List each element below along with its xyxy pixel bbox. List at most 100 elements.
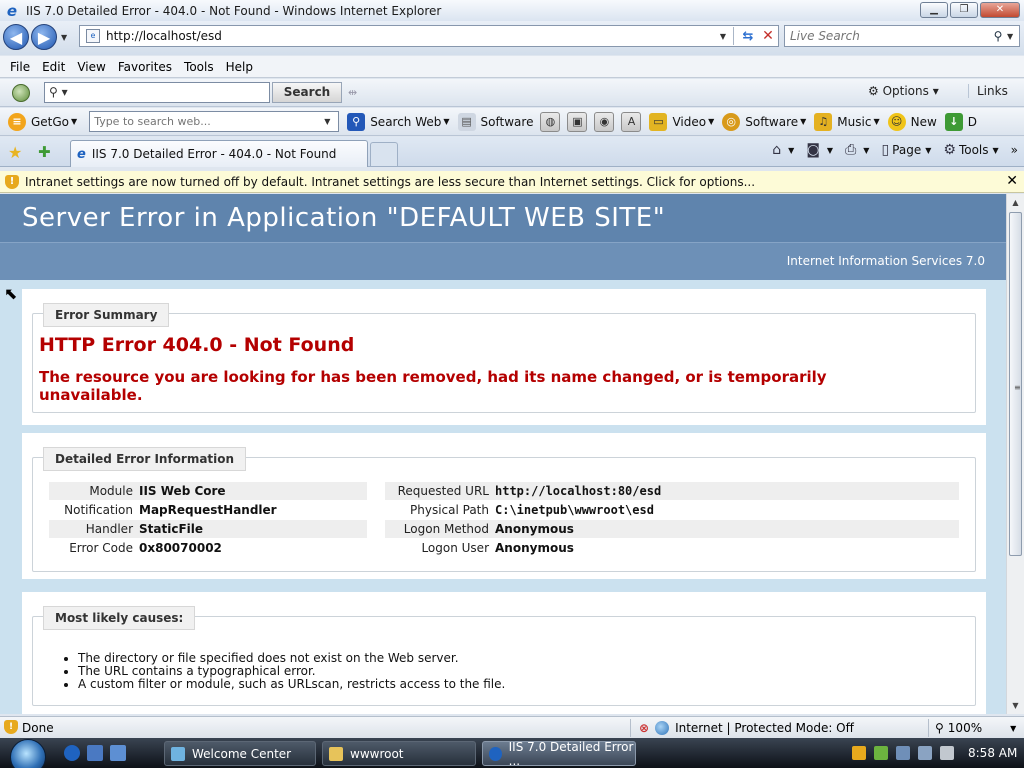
live-search-box[interactable]: ⚲ ▼ bbox=[784, 25, 1020, 47]
menu-file[interactable]: File bbox=[4, 60, 36, 74]
web-search-dropdown-icon[interactable]: ▼ bbox=[324, 117, 338, 126]
internet-globe-icon bbox=[655, 721, 670, 735]
live-search-input[interactable] bbox=[785, 29, 989, 43]
software-button[interactable]: ▤ Software bbox=[457, 112, 533, 131]
error-summary-panel: HTTP Error 404.0 - Not Found The resourc… bbox=[22, 289, 986, 425]
detail-label: Logon Method bbox=[403, 522, 489, 536]
magnifier-icon: ⚲ bbox=[347, 112, 366, 131]
menu-edit[interactable]: Edit bbox=[36, 60, 71, 74]
window-controls: ▁ ❐ ✕ bbox=[918, 2, 1020, 18]
menu-tools[interactable]: Tools bbox=[178, 60, 220, 74]
tray-monitor-icon[interactable] bbox=[896, 746, 910, 760]
iis-version: Internet Information Services 7.0 bbox=[786, 254, 985, 268]
search-web-button[interactable]: ⚲ Search Web ▼ bbox=[347, 112, 450, 131]
globe-icon[interactable] bbox=[12, 84, 30, 102]
menu-view[interactable]: View bbox=[71, 60, 111, 74]
minimize-button[interactable]: ▁ bbox=[920, 2, 948, 18]
video-dropdown-icon: ▼ bbox=[708, 117, 715, 126]
error-description: The resource you are looking for has bee… bbox=[39, 368, 827, 404]
back-button[interactable]: ◀ bbox=[3, 24, 29, 50]
scroll-up-icon[interactable]: ▲ bbox=[1007, 194, 1024, 211]
tab-active[interactable]: e IIS 7.0 Detailed Error - 404.0 - Not F… bbox=[70, 140, 368, 167]
camera-icon[interactable]: ▣ bbox=[567, 111, 588, 132]
home-button[interactable]: ⌂ ▼ bbox=[772, 142, 794, 158]
scroll-thumb[interactable]: ≡ bbox=[1009, 212, 1022, 556]
ie-task-icon bbox=[489, 746, 502, 761]
title-bar: e IIS 7.0 Detailed Error - 404.0 - Not F… bbox=[0, 0, 1024, 21]
address-bar[interactable]: e http://localhost/esd ▼ ⇆ ✕ bbox=[79, 25, 779, 47]
software-menu-button[interactable]: ◎ Software ▼ bbox=[722, 112, 806, 131]
mouse-cursor-icon: ⬉ bbox=[4, 284, 18, 303]
taskbar: Welcome Center wwwroot IIS 7.0 Detailed … bbox=[0, 738, 1024, 768]
zoom-control[interactable]: ⚲ 100% ▼ bbox=[928, 719, 1016, 737]
toolbar-search-input[interactable]: ⚲ ▾ bbox=[44, 82, 270, 103]
address-url[interactable]: http://localhost/esd bbox=[106, 29, 717, 43]
detailed-error-legend: Detailed Error Information bbox=[43, 447, 247, 471]
task-label: Welcome Center bbox=[192, 746, 292, 761]
font-icon[interactable]: A bbox=[621, 111, 642, 132]
toolbar-search-button[interactable]: Search bbox=[272, 82, 342, 103]
add-favorites-icon[interactable]: ✚ bbox=[38, 143, 51, 161]
web-search-box[interactable]: ▼ bbox=[89, 111, 340, 132]
search-icon[interactable]: ⚲ bbox=[989, 29, 1007, 43]
tab-ie-icon: e bbox=[77, 146, 86, 162]
tray-volume-icon[interactable] bbox=[940, 746, 954, 760]
print-button[interactable]: ⎙ ▼ bbox=[845, 142, 869, 158]
system-tray: 8:58 AM bbox=[852, 738, 1017, 768]
task-wwwroot[interactable]: wwwroot bbox=[322, 741, 476, 766]
music-button[interactable]: ♫ Music ▼ bbox=[814, 112, 880, 131]
start-button[interactable] bbox=[10, 739, 46, 768]
download-button[interactable]: ↓ D bbox=[944, 112, 977, 131]
search-toolbar: ⚲ ▾ Search ⇹ ⚙ Options ▾ Links bbox=[0, 79, 1024, 107]
toolbar-grip-icon[interactable]: ⇹ bbox=[348, 86, 357, 99]
options-label: Options bbox=[882, 84, 929, 98]
links-button[interactable]: Links bbox=[968, 84, 1008, 98]
security-zone[interactable]: ⊗ Internet | Protected Mode: Off bbox=[630, 719, 854, 737]
tray-display-icon[interactable] bbox=[918, 746, 932, 760]
favorites-star-icon[interactable]: ★ bbox=[8, 143, 22, 162]
information-bar[interactable]: ! Intranet settings are now turned off b… bbox=[0, 171, 1024, 193]
causes-list: The directory or file specified does not… bbox=[78, 652, 505, 691]
new-tab-button[interactable] bbox=[370, 142, 398, 166]
tray-network-icon[interactable] bbox=[874, 746, 888, 760]
new-button[interactable]: ☺ New bbox=[887, 112, 937, 131]
detailed-error-box: Module IIS Web Core Notification MapRequ… bbox=[32, 457, 976, 572]
feeds-icon: ◙ bbox=[806, 142, 820, 158]
task-ie-error[interactable]: IIS 7.0 Detailed Error ... bbox=[482, 740, 636, 768]
detail-label: Notification bbox=[64, 503, 133, 517]
rss-icon[interactable]: ◍ bbox=[540, 111, 561, 132]
search-dropdown-icon[interactable]: ▼ bbox=[1007, 32, 1019, 41]
page-menu-button[interactable]: ▯ Page ▼ bbox=[881, 142, 931, 158]
quick-ie-icon[interactable] bbox=[64, 745, 80, 761]
clock[interactable]: 8:58 AM bbox=[968, 746, 1017, 760]
scroll-down-icon[interactable]: ▼ bbox=[1007, 697, 1024, 714]
tray-shield-icon[interactable] bbox=[852, 746, 866, 760]
information-bar-message[interactable]: Intranet settings are now turned off by … bbox=[25, 175, 755, 189]
menu-favorites[interactable]: Favorites bbox=[112, 60, 178, 74]
task-welcome-center[interactable]: Welcome Center bbox=[164, 741, 316, 766]
page-menu-label: Page bbox=[892, 143, 922, 157]
close-button[interactable]: ✕ bbox=[980, 2, 1020, 18]
quick-desktop-icon[interactable] bbox=[87, 745, 103, 761]
tools-menu-button[interactable]: ⚙ Tools ▼ bbox=[943, 142, 998, 158]
getgo-button[interactable]: ≡ GetGo ▼ bbox=[8, 112, 77, 131]
soccer-icon[interactable]: ◉ bbox=[594, 111, 615, 132]
menu-help[interactable]: Help bbox=[220, 60, 259, 74]
quick-switch-icon[interactable] bbox=[110, 745, 126, 761]
feeds-button[interactable]: ◙ ▼ bbox=[806, 142, 833, 158]
stop-icon[interactable]: ✕ bbox=[758, 28, 778, 44]
more-chevron-icon[interactable]: » bbox=[1011, 143, 1018, 157]
address-dropdown-icon[interactable]: ▼ bbox=[717, 32, 729, 41]
close-info-bar-icon[interactable]: ✕ bbox=[1006, 173, 1018, 189]
recent-pages-dropdown-icon[interactable]: ▼ bbox=[61, 33, 67, 42]
video-button[interactable]: ▭ Video ▼ bbox=[649, 112, 715, 131]
vertical-scrollbar[interactable]: ▲ ≡ ▼ bbox=[1006, 194, 1024, 714]
maximize-button[interactable]: ❐ bbox=[950, 2, 978, 18]
web-search-input[interactable] bbox=[90, 115, 325, 128]
zone-alert-icon: ⊗ bbox=[639, 721, 650, 735]
detail-value: C:\inetpub\wwwroot\esd bbox=[495, 503, 654, 517]
detail-value: IIS Web Core bbox=[139, 484, 226, 498]
options-button[interactable]: ⚙ Options ▾ bbox=[868, 84, 939, 98]
refresh-icon[interactable]: ⇆ bbox=[738, 29, 758, 44]
forward-button[interactable]: ▶ bbox=[31, 24, 57, 50]
